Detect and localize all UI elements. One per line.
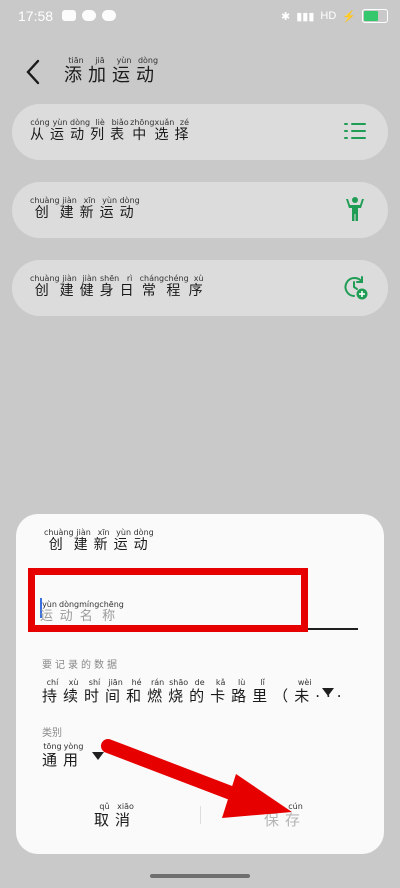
network-type: HD bbox=[320, 10, 337, 22]
battery-icon bbox=[362, 9, 388, 23]
record-data-dropdown[interactable]: 持chí续xù时shí间jiān和hé燃rán烧shāo的de卡kǎ路lù里lǐ… bbox=[42, 678, 348, 706]
person-icon bbox=[346, 197, 364, 221]
home-indicator bbox=[150, 874, 250, 878]
create-fitness-routine-card[interactable]: 创chuàng建jiàn健jiàn身shēn日rì常cháng程chéng序xù bbox=[12, 260, 388, 316]
annotation-highlight-box bbox=[28, 568, 308, 632]
cancel-button[interactable]: 取qǔ消xiāo bbox=[94, 802, 136, 830]
button-divider bbox=[200, 806, 201, 824]
choose-from-exercise-list-card[interactable]: 从cóng运yùn动dòng列liè表biǎo中zhōng选xuǎn择zé bbox=[12, 104, 388, 160]
check-notification-icon bbox=[102, 10, 116, 21]
sheet-title: 创chuàng建jiàn新xīn运yùn动dòng bbox=[44, 528, 154, 553]
record-data-label: 要记录的数据 bbox=[42, 660, 120, 671]
page-title: 添tiān加jiā运yùn动dòng bbox=[64, 56, 160, 86]
category-dropdown[interactable]: 通tōng用yòng bbox=[42, 742, 84, 770]
back-arrow-icon[interactable] bbox=[22, 58, 46, 86]
status-time: 17:58 bbox=[18, 8, 54, 24]
create-new-exercise-card[interactable]: 创chuàng建jiàn新xīn运yùn动dòng bbox=[12, 182, 388, 238]
card-label: 创chuàng建jiàn健jiàn身shēn日rì常cháng程chéng序xù bbox=[30, 274, 209, 299]
charging-icon: ⚡ bbox=[342, 10, 356, 23]
category-label: 类别 bbox=[42, 728, 62, 739]
card-label: 从cóng运yùn动dòng列liè表biǎo中zhōng选xuǎn择zé bbox=[30, 118, 195, 143]
schedule-add-icon bbox=[344, 276, 368, 300]
card-label: 创chuàng建jiàn新xīn运yùn动dòng bbox=[30, 196, 140, 221]
dropdown-arrow-icon[interactable] bbox=[322, 688, 334, 696]
image-notification-icon bbox=[62, 10, 76, 21]
list-icon bbox=[344, 123, 366, 139]
chat-notification-icon bbox=[82, 10, 96, 21]
signal-icon: ▮▮▮ bbox=[296, 10, 315, 23]
status-right: ✱ ▮▮▮ HD ⚡ bbox=[281, 9, 388, 23]
dropdown-arrow-icon[interactable] bbox=[92, 752, 104, 760]
bluetooth-icon: ✱ bbox=[281, 10, 291, 23]
status-bar: 17:58 ✱ ▮▮▮ HD ⚡ bbox=[0, 0, 400, 34]
save-button[interactable]: 保bǎo存cún bbox=[264, 802, 306, 830]
create-exercise-sheet: 创chuàng建jiàn新xīn运yùn动dòng 运yùn动dòng名míng… bbox=[16, 514, 384, 854]
